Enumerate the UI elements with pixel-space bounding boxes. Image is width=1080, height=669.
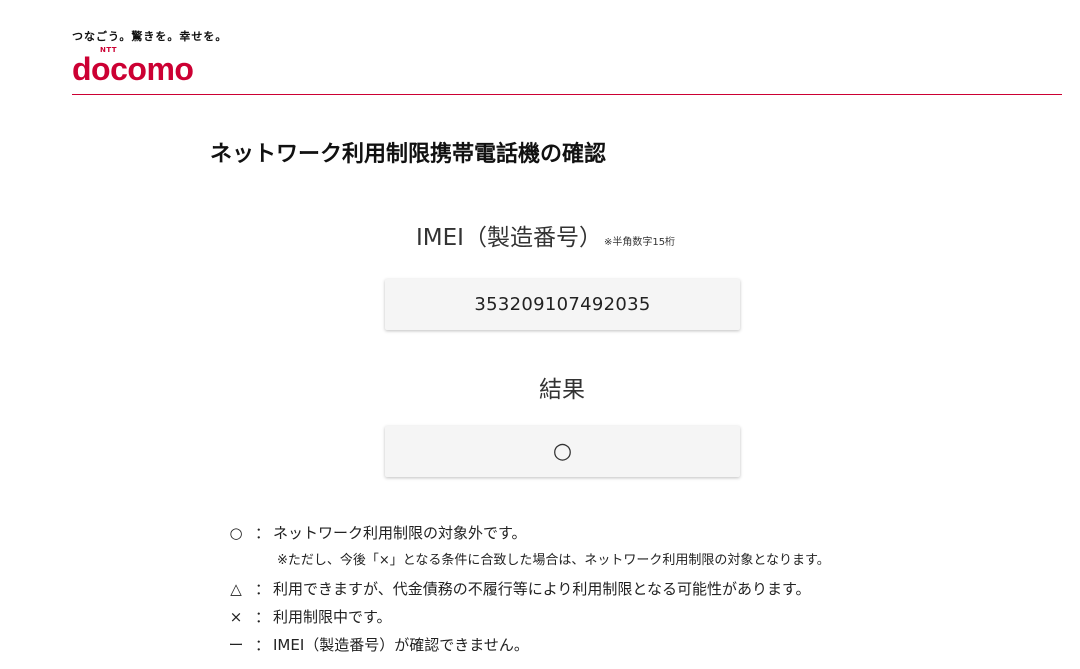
triangle-icon: △ <box>230 580 242 598</box>
circle-icon: ○ <box>229 524 243 542</box>
legend-text: ネットワーク利用制限の対象外です。 <box>273 524 527 542</box>
legend-colon: ： <box>255 608 271 626</box>
logo-wordmark: docomo <box>72 51 194 87</box>
header-divider <box>72 94 1062 95</box>
imei-note: ※半角数字15桁 <box>603 237 676 248</box>
legend-sub-note-text: ※ただし、今後「×」となる条件に合致した場合は、ネットワーク利用制限の対象となり… <box>277 553 830 568</box>
imei-label: IMEI（製造番号） <box>416 225 602 251</box>
result-value-field: ○ <box>385 426 740 477</box>
result-circle-icon: ○ <box>552 439 573 464</box>
brand-tagline: つなごう。驚きを。幸せを。 <box>72 30 228 43</box>
docomo-logo[interactable]: NTT docomo <box>72 46 232 88</box>
legend-text: 利用できますが、代金債務の不履行等により利用制限となる可能性があります。 <box>273 580 811 598</box>
legend-colon: ： <box>255 636 271 654</box>
cross-icon: × <box>229 608 243 626</box>
legend-colon: ： <box>255 580 271 598</box>
dash-icon: ー <box>228 636 244 654</box>
site-header: つなごう。驚きを。幸せを。 NTT docomo <box>72 0 1062 96</box>
imei-value-field: 353209107492035 <box>385 279 740 330</box>
page-title: ネットワーク利用制限携帯電話機の確認 <box>210 142 607 167</box>
legend-colon: ： <box>255 524 271 542</box>
legend-text: 利用制限中です。 <box>273 608 392 626</box>
result-label: 結果 <box>539 377 585 403</box>
imei-heading: IMEI（製造番号） ※半角数字15桁 <box>416 218 675 252</box>
legend-text: IMEI（製造番号）が確認できません。 <box>273 636 529 654</box>
